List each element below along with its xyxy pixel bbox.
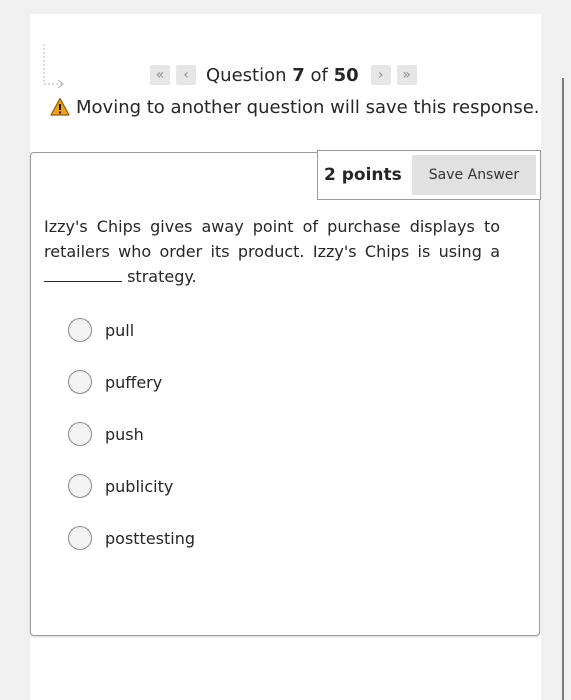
- current-question-number: 7: [292, 64, 305, 86]
- total-questions: 50: [333, 64, 359, 86]
- radio-button[interactable]: [68, 422, 92, 446]
- warning-text: Moving to another question will save thi…: [76, 96, 540, 118]
- warning-triangle-icon: [50, 97, 70, 116]
- option-publicity[interactable]: publicity: [68, 473, 173, 499]
- next-question-icon[interactable]: ›: [370, 65, 391, 85]
- question-word: Question: [206, 64, 287, 86]
- question-text-before: Izzy's Chips gives away point of purchas…: [44, 217, 500, 261]
- radio-button[interactable]: [68, 526, 92, 550]
- answer-blank: [44, 265, 122, 282]
- arrow-connector-icon: [43, 44, 64, 89]
- option-posttesting[interactable]: posttesting: [68, 525, 195, 551]
- question-text: Izzy's Chips gives away point of purchas…: [44, 214, 500, 289]
- option-pull[interactable]: pull: [68, 317, 134, 343]
- radio-button[interactable]: [68, 318, 92, 342]
- question-counter: Question 7 of 50: [206, 65, 359, 86]
- option-label: pull: [105, 320, 135, 340]
- radio-button[interactable]: [68, 370, 92, 394]
- save-warning: Moving to another question will save thi…: [50, 94, 540, 120]
- scrollbar-track[interactable]: [562, 78, 564, 700]
- points-header: 2 points Save Answer: [317, 150, 541, 200]
- question-navigation: « ‹ Question 7 of 50 › »: [150, 62, 417, 88]
- option-label: push: [105, 424, 144, 444]
- radio-button[interactable]: [68, 474, 92, 498]
- of-word: of: [310, 64, 328, 86]
- save-answer-button[interactable]: Save Answer: [412, 155, 536, 195]
- question-text-after: strategy.: [122, 267, 197, 286]
- last-question-icon[interactable]: »: [396, 65, 417, 85]
- option-puffery[interactable]: puffery: [68, 369, 162, 395]
- first-question-icon[interactable]: «: [150, 65, 170, 85]
- option-label: posttesting: [105, 528, 196, 548]
- option-label: publicity: [105, 476, 174, 496]
- previous-question-icon[interactable]: ‹: [176, 65, 196, 85]
- option-push[interactable]: push: [68, 421, 144, 447]
- points-label: 2 points: [324, 165, 402, 185]
- option-label: puffery: [105, 372, 163, 392]
